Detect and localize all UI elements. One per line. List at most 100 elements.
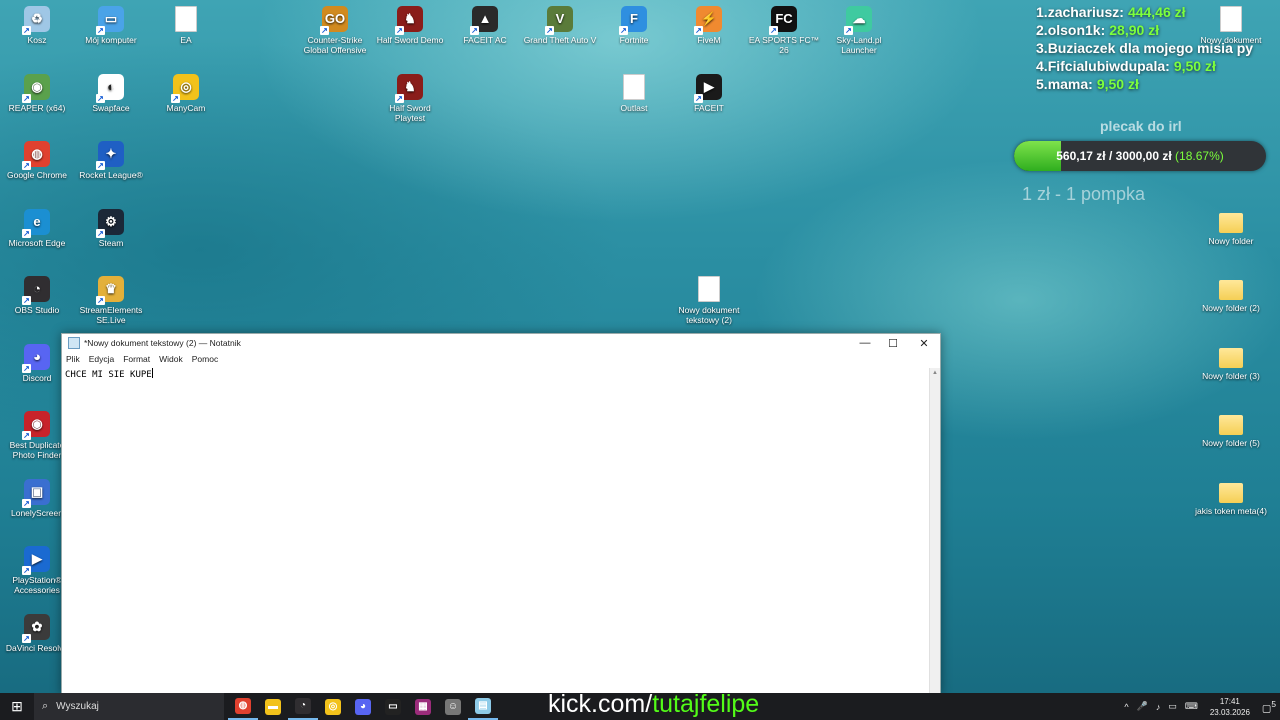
desktop-shortcut-label: Nowy folder xyxy=(1208,235,1254,246)
desktop-shortcut-label: Microsoft Edge xyxy=(8,237,66,248)
desktop-shortcut[interactable]: ◎ManyCam xyxy=(149,73,223,113)
desktop-shortcut-label: Grand Theft Auto V xyxy=(523,35,597,45)
desktop-shortcut[interactable]: FCEA SPORTS FC™ 26 xyxy=(747,6,821,55)
chevron-up-icon[interactable]: ^ xyxy=(1124,702,1128,712)
lonelyscreen-icon: ▣ xyxy=(22,478,50,508)
taskbar-app-button[interactable]: ◍ xyxy=(228,693,258,720)
goal-subtitle: 1 zł - 1 pompka xyxy=(1022,184,1146,204)
donor-row: 4.Fifcialubiwdupala: 9,50 zł xyxy=(1036,58,1216,74)
desktop-shortcut-label: Steam xyxy=(98,237,124,248)
desktop-shortcut[interactable]: ✦Rocket League® xyxy=(74,141,148,180)
desktop-shortcut[interactable]: ♞Half Sword Playtest xyxy=(373,73,447,123)
desktop-shortcut[interactable]: ♻Kosz xyxy=(0,6,74,45)
desktop-shortcut[interactable]: ◐Swapface xyxy=(74,73,148,113)
desktop-shortcut-label: OBS Studio xyxy=(14,305,60,315)
davinci-icon: ✿ xyxy=(22,613,50,643)
vertical-scrollbar[interactable]: ▲ xyxy=(929,368,940,694)
desktop-shortcut[interactable]: ▶FACEIT xyxy=(672,73,746,113)
terminal-icon: ▭ xyxy=(385,698,401,715)
scroll-up-arrow-icon[interactable]: ▲ xyxy=(930,370,940,376)
network-icon[interactable]: ▭ xyxy=(1168,701,1177,712)
notifications-icon[interactable]: ▢5 xyxy=(1262,699,1276,714)
manycam-icon: ◎ xyxy=(171,73,199,103)
text-editor-area[interactable]: CHCE MI SIE KUPE xyxy=(65,368,928,694)
desktop-shortcut[interactable]: ◉REAPER (x64) xyxy=(0,73,74,113)
desktop-shortcut[interactable]: ⚙Steam xyxy=(74,208,148,248)
desktop-shortcut[interactable]: ◔OBS Studio xyxy=(0,276,74,315)
mask-icon: ◐ xyxy=(96,73,124,103)
desktop-shortcut-label: Nowy folder (2) xyxy=(1202,303,1260,313)
fivem-icon: ⚡ xyxy=(694,6,722,35)
desktop-shortcut-label: Nowy dokument tekstowy (2) xyxy=(678,305,740,325)
desktop-shortcut[interactable]: ▲FACEIT AC xyxy=(448,6,522,45)
desktop-shortcut[interactable]: Nowy folder (3) xyxy=(1194,344,1268,381)
desktop-shortcut[interactable]: ♛StreamElements SE.Live xyxy=(74,276,148,325)
input-language-icon[interactable]: ⌨ xyxy=(1185,701,1198,712)
sky-land-icon: ☁ xyxy=(844,6,872,35)
csgo-icon: GO xyxy=(320,6,348,35)
taskbar-app-button[interactable]: ◎ xyxy=(318,693,348,720)
desktop-shortcut[interactable]: ♞Half Sword Demo xyxy=(373,6,447,45)
search-box[interactable]: ⌕ Wyszukaj xyxy=(34,693,224,720)
kick-channel-text: kick.com/tutajfelipe xyxy=(548,690,760,718)
notepad-window[interactable]: *Nowy dokument tekstowy (2) — Notatnik —… xyxy=(61,333,941,695)
desktop-shortcut[interactable]: VGrand Theft Auto V xyxy=(523,6,597,45)
desktop-shortcut[interactable]: eMicrosoft Edge xyxy=(0,208,74,248)
desktop-shortcut[interactable]: Outlast xyxy=(597,73,671,113)
desktop-shortcut[interactable]: GOCounter-Strike Global Offensive xyxy=(298,6,372,55)
reaper-icon: ◉ xyxy=(22,73,50,103)
desktop-shortcut[interactable]: EA xyxy=(149,6,223,45)
text-file-icon xyxy=(698,276,720,302)
notepad-titlebar[interactable]: *Nowy dokument tekstowy (2) — Notatnik xyxy=(62,334,940,352)
desktop-shortcut[interactable]: ☁Sky-Land.pl Launcher xyxy=(822,6,896,55)
window-title: *Nowy dokument tekstowy (2) — Notatnik xyxy=(84,338,241,348)
taskbar-app-button[interactable]: ☺ xyxy=(438,693,468,720)
desktop-shortcut[interactable]: ◍Google Chrome xyxy=(0,141,74,180)
faceit-icon: ▶ xyxy=(694,73,722,103)
clock[interactable]: 17:41 23.03.2026 xyxy=(1210,696,1250,718)
close-button[interactable]: ✕ xyxy=(909,334,939,352)
discord-icon: ◕ xyxy=(22,343,50,373)
winrar-icon: ▦ xyxy=(415,698,431,715)
menu-edycja[interactable]: Edycja xyxy=(89,354,115,364)
taskbar-app-button[interactable]: ▤ xyxy=(468,693,498,720)
photo-finder-icon: ◉ xyxy=(22,411,50,440)
desktop-shortcut[interactable]: Nowy folder (5) xyxy=(1194,411,1268,448)
desktop-shortcut[interactable]: ▭Mój komputer xyxy=(74,6,148,45)
menu-widok[interactable]: Widok xyxy=(159,354,183,364)
volume-icon[interactable]: ♪ xyxy=(1156,702,1161,712)
taskbar-app-button[interactable]: ▬ xyxy=(258,693,288,720)
obs-icon: ◔ xyxy=(22,276,50,305)
desktop-shortcut[interactable]: Nowy dokument tekstowy (2) xyxy=(672,276,746,325)
maximize-button[interactable]: ☐ xyxy=(878,334,908,352)
folder-icon xyxy=(1219,482,1243,503)
desktop-shortcut[interactable]: Nowy folder xyxy=(1194,209,1268,246)
date: 23.03.2026 xyxy=(1209,707,1250,717)
windows-icon[interactable]: ⊞ xyxy=(0,693,34,720)
desktop-shortcut[interactable]: FFortnite xyxy=(597,6,671,45)
search-icon: ⌕ xyxy=(42,700,49,712)
obs-icon: ◔ xyxy=(295,697,311,714)
taskbar-app-button[interactable]: ▦ xyxy=(408,693,438,720)
menu-plik[interactable]: Plik xyxy=(66,354,80,364)
desktop-shortcut[interactable]: ⚡FiveM xyxy=(672,6,746,45)
desktop-shortcut[interactable]: jakis token meta(4) xyxy=(1194,479,1268,516)
taskbar-app-button[interactable]: ▭ xyxy=(378,693,408,720)
faceit-ac-icon: ▲ xyxy=(470,6,498,35)
streamelements-icon: ♛ xyxy=(96,276,124,305)
gta-icon: V xyxy=(545,6,573,35)
microphone-icon[interactable]: 🎤 xyxy=(1137,701,1148,712)
menu-pomoc[interactable]: Pomoc xyxy=(192,354,218,364)
taskbar-app-button[interactable]: ◔ xyxy=(288,693,318,720)
donor-row: 3.Buziaczek dla mojego misia py xyxy=(1036,40,1254,56)
minimize-button[interactable]: — xyxy=(850,334,880,352)
fortnite-icon: F xyxy=(619,6,647,35)
desktop-shortcut-label: Swapface xyxy=(92,102,130,113)
menu-format[interactable]: Format xyxy=(123,354,150,364)
half-sword-icon: ♞ xyxy=(395,6,423,35)
desktop-shortcut[interactable]: Nowy folder (2) xyxy=(1194,276,1268,313)
taskbar-app-button[interactable]: ◕ xyxy=(348,693,378,720)
user-avatar-icon: ☺ xyxy=(445,698,461,715)
desktop-shortcut-label: Mój komputer xyxy=(85,35,137,45)
time: 17:41 xyxy=(1219,696,1240,706)
